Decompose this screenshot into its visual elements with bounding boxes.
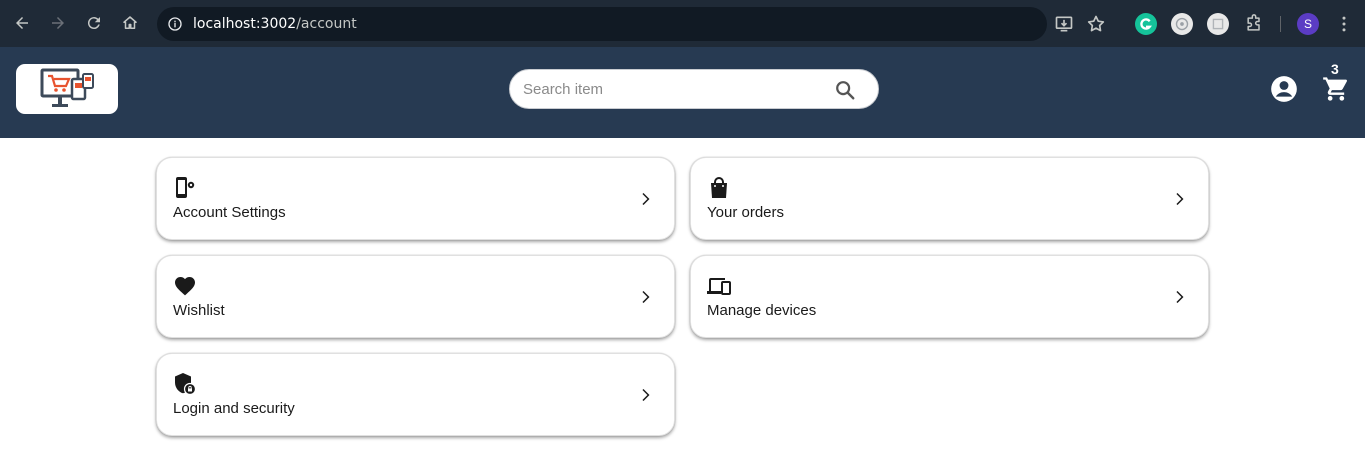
forward-button[interactable] [47,12,69,34]
heart-icon [175,277,195,296]
chevron-right-icon [642,389,650,401]
card-wishlist[interactable]: Wishlist [156,255,675,338]
shopping-cart-icon [1323,77,1348,101]
shield-lock-icon [175,373,197,396]
bookmark-star-icon[interactable] [1086,14,1106,34]
reload-icon [87,17,100,30]
reload-button[interactable] [83,12,105,34]
url-host: localhost:3002 [193,16,297,32]
card-label: Your orders [707,204,784,221]
url-text: localhost:3002/account [193,16,357,32]
more-menu-icon[interactable] [1334,14,1354,34]
search-bar [509,69,879,109]
url-path: /account [296,16,357,32]
chevron-right-icon [1176,193,1184,205]
shop-logo-icon [40,68,94,107]
site-logo[interactable] [16,64,118,114]
chevron-right-icon [1176,291,1184,303]
site-info-icon[interactable] [167,16,183,32]
devices-icon [707,278,731,295]
chevron-right-icon [642,291,650,303]
home-icon [123,16,137,29]
card-your-orders[interactable]: Your orders [690,157,1209,240]
extension-icon-2[interactable] [1171,13,1193,35]
install-app-icon[interactable] [1054,14,1074,34]
phone-settings-icon [176,177,195,198]
profile-avatar[interactable]: S [1297,13,1319,35]
search-input[interactable] [523,80,823,98]
app-header: 3 [0,47,1365,138]
home-button[interactable] [119,12,141,34]
arrow-right-icon [52,17,64,29]
extension-icon-3[interactable] [1207,13,1229,35]
card-label: Manage devices [707,302,817,319]
card-account-settings[interactable]: Account Settings [156,157,675,240]
cart-button[interactable]: 3 [1320,61,1354,105]
grammarly-extension-icon[interactable] [1135,13,1157,35]
back-button[interactable] [11,12,33,34]
chevron-right-icon [642,193,650,205]
shopping-bag-icon [711,177,727,198]
toolbar-divider [1280,16,1281,32]
card-login-security[interactable]: Login and security [156,353,675,436]
card-label: Account Settings [173,204,286,221]
extensions-puzzle-icon[interactable] [1244,14,1264,34]
account-circle-icon[interactable] [1270,75,1298,103]
card-label: Login and security [173,400,295,417]
address-bar[interactable]: localhost:3002/account [157,7,1047,41]
search-icon[interactable] [834,79,856,101]
card-manage-devices[interactable]: Manage devices [690,255,1209,338]
arrow-left-icon [16,17,28,29]
card-label: Wishlist [173,302,225,319]
browser-toolbar: localhost:3002/account S [0,0,1365,47]
